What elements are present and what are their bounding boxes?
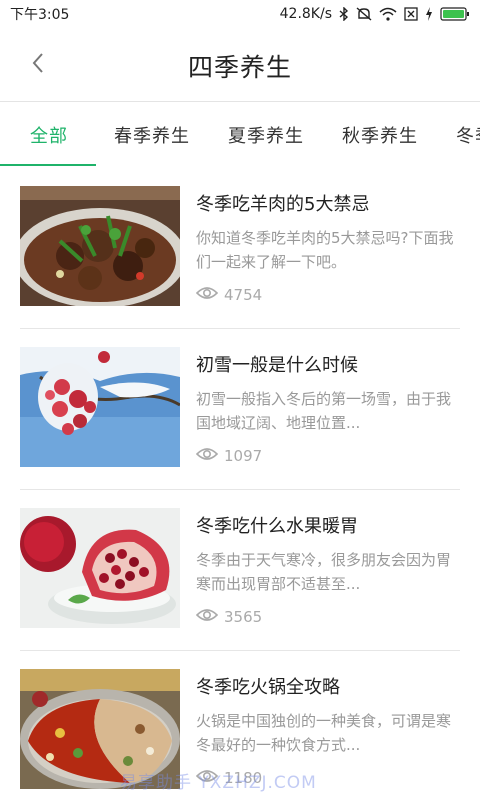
article-description: 你知道冬季吃羊肉的5大禁忌吗?下面我们一起来了解一下吧。 [196,229,454,271]
view-count-value: 3565 [224,608,263,626]
sim-icon [404,7,418,21]
article-description: 火锅是中国独创的一种美食，可谓是寒冬最好的一种饮食方式... [196,712,452,754]
page-title: 四季养生 [187,53,292,82]
eye-icon [195,608,219,626]
network-speed: 42.8K/s [279,6,332,22]
article-description: 初雪一般指入冬后的第一场雪，由于我国地域辽阔、地理位置... [196,390,452,432]
view-count-value: 4754 [224,286,263,304]
eye-icon [195,286,219,304]
article-title: 冬季吃羊肉的5大禁忌 [196,194,370,215]
view-count: 1097 [195,447,263,465]
season-tabs: 全部 春季养生 夏季养生 秋季养生 冬季养生 [0,102,480,166]
article-item[interactable]: 初雪一般是什么时候 初雪一般指入冬后的第一场雪，由于我国地域辽阔、地理位置...… [0,329,480,490]
tab-all[interactable]: 全部 [30,122,68,148]
article-title: 冬季吃什么水果暖胃 [196,516,358,537]
charging-icon [425,7,433,21]
article-item[interactable]: 冬季吃什么水果暖胃 冬季由于天气寒冷，很多朋友会因为胃寒而出现胃部不适甚至...… [0,490,480,651]
article-item[interactable]: 冬季吃羊肉的5大禁忌 你知道冬季吃羊肉的5大禁忌吗?下面我们一起来了解一下吧。 … [0,168,480,329]
header: 四季养生 [0,28,480,102]
mute-icon [356,7,372,21]
mutton-dish-image [20,186,180,306]
view-count-value: 1097 [224,447,263,465]
status-time: 下午3:05 [10,7,70,23]
article-title: 冬季吃火锅全攻略 [196,677,340,698]
eye-icon [195,447,219,465]
view-count: 4754 [195,286,263,304]
status-bar: 下午3:05 42.8K/s [0,0,480,28]
watermark: 易享助手 YXZHZJ.COM [120,773,317,793]
article-list: 冬季吃羊肉的5大禁忌 你知道冬季吃羊肉的5大禁忌吗?下面我们一起来了解一下吧。 … [0,168,480,800]
snow-berries-image [20,347,180,467]
view-count: 3565 [195,608,263,626]
wifi-icon [379,7,397,21]
status-icons: 42.8K/s [280,6,470,22]
pomegranate-image [20,508,180,628]
tab-summer[interactable]: 夏季养生 [228,122,304,148]
tab-winter[interactable]: 冬季养生 [456,122,480,148]
article-description: 冬季由于天气寒冷，很多朋友会因为胃寒而出现胃部不适甚至... [196,551,452,593]
tab-indicator [0,164,96,166]
tab-autumn[interactable]: 秋季养生 [342,122,418,148]
battery-icon [440,7,470,21]
bluetooth-icon [339,7,349,21]
tab-spring[interactable]: 春季养生 [114,122,190,148]
article-title: 初雪一般是什么时候 [196,355,358,376]
